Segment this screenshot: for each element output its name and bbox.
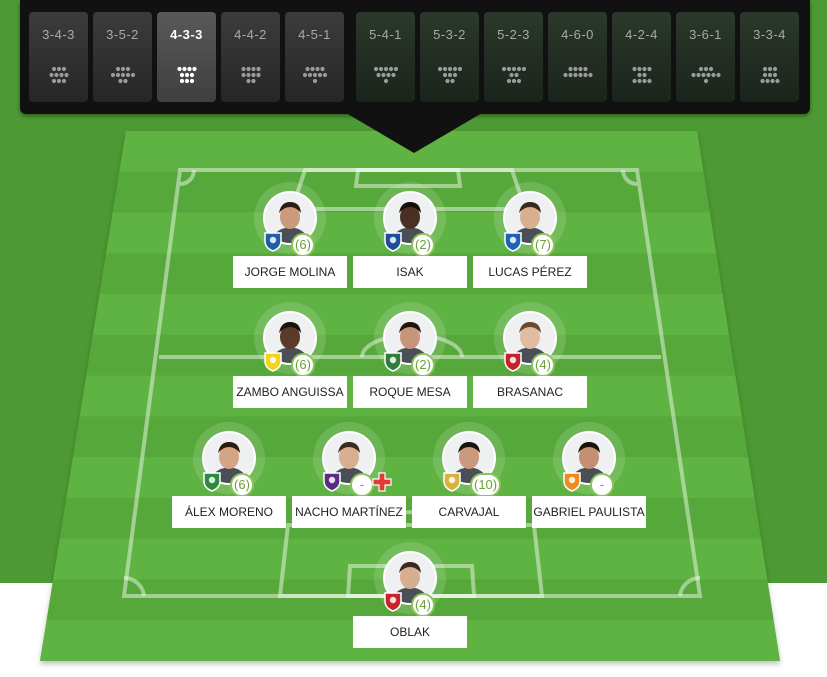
real-madrid-badge-icon bbox=[443, 472, 461, 492]
player-points: (4) bbox=[531, 353, 555, 377]
formation-label: 5-2-3 bbox=[497, 27, 530, 42]
formation-dots-icon bbox=[760, 66, 780, 84]
formation-label: 4-3-3 bbox=[170, 27, 203, 42]
formation-dots-icon bbox=[177, 66, 197, 84]
formation-toolbar: 3-4-3 3-5-2 4-3-3 4-4-2 4-5-1 5-4-1 5-3-2 5-2-3… bbox=[20, 0, 810, 114]
formation-dots-icon bbox=[241, 66, 261, 84]
player-points: - bbox=[590, 473, 614, 497]
player-points: (10) bbox=[470, 473, 502, 497]
formation-4-2-4[interactable]: 4-2-4 bbox=[612, 12, 671, 102]
osasuna-badge-icon bbox=[504, 352, 522, 372]
formation-label: 4-2-4 bbox=[625, 27, 658, 42]
betis-badge-icon bbox=[203, 472, 221, 492]
formation-dots-icon bbox=[49, 66, 69, 84]
player-points: (6) bbox=[291, 353, 315, 377]
formation-3-4-3[interactable]: 3-4-3 bbox=[29, 12, 88, 102]
formation-4-3-3[interactable]: 4-3-3 bbox=[157, 12, 216, 102]
player-name[interactable]: JORGE MOLINA bbox=[233, 256, 347, 288]
formation-dots-icon bbox=[632, 66, 652, 84]
formation-label: 3-5-2 bbox=[106, 27, 139, 42]
formation-4-4-2[interactable]: 4-4-2 bbox=[221, 12, 280, 102]
player-name[interactable]: ISAK bbox=[353, 256, 467, 288]
formation-label: 5-3-2 bbox=[433, 27, 466, 42]
player-name[interactable]: NACHO MARTÍNEZ bbox=[292, 496, 406, 528]
formation-label: 3-3-4 bbox=[753, 27, 786, 42]
formation-label: 4-6-0 bbox=[561, 27, 594, 42]
player-name[interactable]: ZAMBO ANGUISSA bbox=[233, 376, 347, 408]
formation-dots-icon bbox=[437, 66, 463, 84]
formation-label: 4-4-2 bbox=[234, 27, 267, 42]
real-sociedad-badge-icon bbox=[384, 232, 402, 252]
formation-dots-icon bbox=[110, 66, 136, 84]
player-points: (6) bbox=[230, 473, 254, 497]
formation-5-2-3[interactable]: 5-2-3 bbox=[484, 12, 543, 102]
alaves-badge-icon bbox=[504, 232, 522, 252]
player-points: (7) bbox=[531, 233, 555, 257]
player-points: (2) bbox=[411, 353, 435, 377]
formation-3-6-1[interactable]: 3-6-1 bbox=[676, 12, 735, 102]
atletico-badge-icon bbox=[384, 592, 402, 612]
formation-3-5-2[interactable]: 3-5-2 bbox=[93, 12, 152, 102]
player-name[interactable]: LUCAS PÉREZ bbox=[473, 256, 587, 288]
valladolid-badge-icon bbox=[323, 472, 341, 492]
villarreal-badge-icon bbox=[264, 352, 282, 372]
formation-label: 3-6-1 bbox=[689, 27, 722, 42]
leganes-badge-icon bbox=[384, 352, 402, 372]
formation-4-5-1[interactable]: 4-5-1 bbox=[285, 12, 344, 102]
formation-3-3-4[interactable]: 3-3-4 bbox=[740, 12, 799, 102]
formation-dots-icon bbox=[691, 66, 721, 84]
formation-label: 4-5-1 bbox=[298, 27, 331, 42]
formation-dots-icon bbox=[302, 66, 328, 84]
formation-5-3-2[interactable]: 5-3-2 bbox=[420, 12, 479, 102]
player-name[interactable]: OBLAK bbox=[353, 616, 467, 648]
player-points: (4) bbox=[411, 593, 435, 617]
injury-cross-icon bbox=[372, 472, 392, 492]
player-points: (6) bbox=[291, 233, 315, 257]
player-name[interactable]: BRASANAC bbox=[473, 376, 587, 408]
player-name[interactable]: CARVAJAL bbox=[412, 496, 526, 528]
valencia-badge-icon bbox=[563, 472, 581, 492]
formation-dots-icon bbox=[373, 66, 399, 84]
player-name[interactable]: GABRIEL PAULISTA bbox=[532, 496, 646, 528]
player-name[interactable]: ÁLEX MORENO bbox=[172, 496, 286, 528]
formation-label: 3-4-3 bbox=[42, 27, 75, 42]
formation-4-6-0[interactable]: 4-6-0 bbox=[548, 12, 607, 102]
formation-dots-icon bbox=[563, 66, 593, 78]
formation-5-4-1[interactable]: 5-4-1 bbox=[356, 12, 415, 102]
player-points: (2) bbox=[411, 233, 435, 257]
formation-dots-icon bbox=[501, 66, 527, 84]
formation-label: 5-4-1 bbox=[369, 27, 402, 42]
player-name[interactable]: ROQUE MESA bbox=[353, 376, 467, 408]
getafe-badge-icon bbox=[264, 232, 282, 252]
toolbar-pointer bbox=[346, 113, 482, 153]
